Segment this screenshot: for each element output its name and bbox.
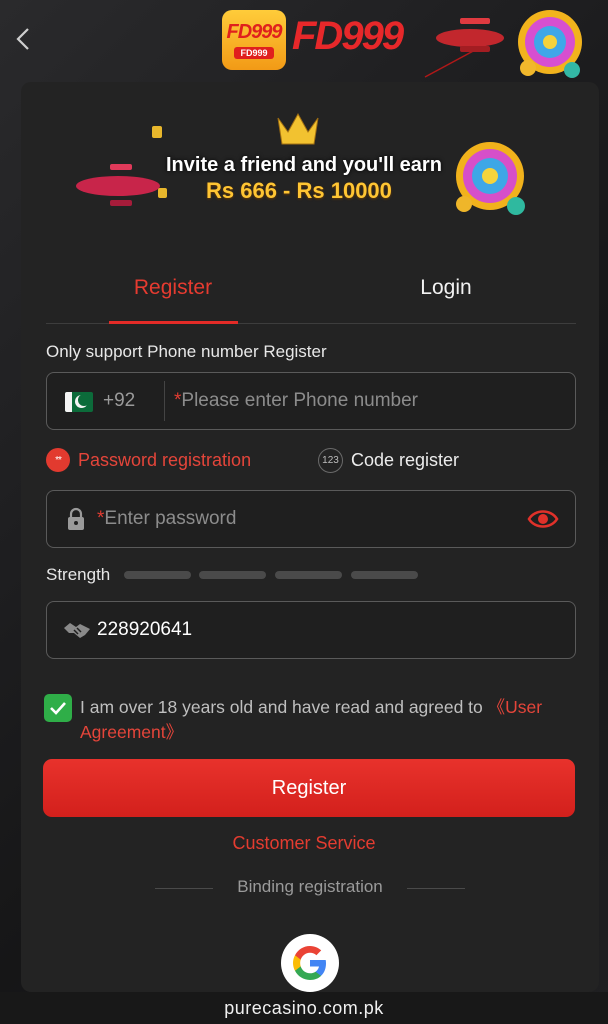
- support-note: Only support Phone number Register: [46, 342, 327, 361]
- customer-service-link[interactable]: Customer Service: [0, 833, 608, 854]
- chevron-left-icon: [16, 28, 29, 50]
- checkmark-icon: [50, 702, 66, 715]
- strength-segment: [124, 571, 191, 579]
- register-button[interactable]: Register: [43, 759, 575, 817]
- top-bar: FD999 FD999 FD999: [0, 0, 608, 82]
- banner-headline: Invite a friend and you'll earn: [166, 154, 442, 176]
- phone-field[interactable]: +92 *Please enter Phone number: [46, 372, 576, 430]
- binding-registration-label: Binding registration: [237, 877, 383, 896]
- brand-badge-subtext: FD999: [234, 47, 274, 59]
- code-register-option[interactable]: 123 Code register: [318, 448, 459, 473]
- agreement-statement: I am over 18 years old and have read and…: [80, 697, 488, 717]
- banner-reward-range: Rs 666 - Rs 10000: [206, 178, 392, 203]
- password-mode-icon: **: [46, 448, 70, 472]
- password-registration-label: Password registration: [78, 449, 252, 470]
- password-field[interactable]: *Enter password: [46, 490, 576, 548]
- google-icon: [293, 946, 326, 980]
- divider-line: [407, 888, 465, 889]
- code-register-label: Code register: [351, 450, 460, 470]
- code-mode-icon: 123: [318, 448, 343, 473]
- lock-icon: [68, 507, 84, 530]
- phone-placeholder: Please enter Phone number: [181, 390, 419, 411]
- invite-code-field[interactable]: 228920641: [46, 601, 576, 659]
- tab-register[interactable]: Register: [108, 276, 238, 300]
- password-registration-option[interactable]: ** Password registration: [46, 448, 251, 472]
- invite-banner[interactable]: Invite a friend and you'll earn Rs 666 -…: [40, 108, 560, 226]
- eye-icon[interactable]: [527, 507, 559, 531]
- back-button[interactable]: [8, 22, 38, 56]
- pakistan-flag-icon[interactable]: [65, 392, 93, 412]
- tab-login[interactable]: Login: [381, 276, 511, 300]
- field-divider: [164, 381, 165, 421]
- strength-label: Strength: [46, 565, 111, 584]
- password-input[interactable]: *Enter password: [97, 508, 236, 530]
- plane-wheel-decoration-icon: [424, 10, 582, 78]
- invite-code-value[interactable]: 228920641: [97, 619, 192, 641]
- google-login-button[interactable]: [281, 934, 339, 992]
- strength-segment: [275, 571, 342, 579]
- phone-input[interactable]: *Please enter Phone number: [174, 390, 418, 412]
- country-code[interactable]: +92: [103, 390, 135, 412]
- auth-tabs: Register Login: [46, 262, 576, 324]
- password-strength: Strength: [46, 564, 446, 586]
- strength-segment: [199, 571, 266, 579]
- registration-mode-selector: ** Password registration 123 Code regist…: [46, 446, 576, 474]
- footer-domain: purecasino.com.pk: [0, 992, 608, 1024]
- brand-badge-logo: FD999 FD999: [222, 10, 286, 70]
- handshake-icon: [64, 623, 90, 638]
- agree-checkbox[interactable]: [44, 694, 72, 722]
- agreement-text: I am over 18 years old and have read and…: [80, 695, 580, 745]
- active-tab-indicator: [109, 321, 238, 324]
- agreement-row: I am over 18 years old and have read and…: [44, 694, 584, 746]
- brand-logo-text: FD999: [292, 14, 404, 58]
- strength-segment: [351, 571, 418, 579]
- binding-registration-divider: Binding registration: [155, 877, 465, 901]
- password-placeholder: Enter password: [104, 508, 237, 529]
- flag-crescent-cut: [78, 394, 90, 406]
- brand-badge-text: FD999: [226, 21, 282, 43]
